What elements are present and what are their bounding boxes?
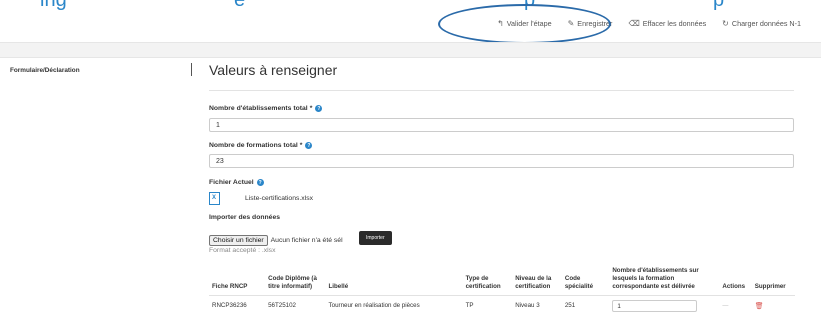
formations-input[interactable]: 23 xyxy=(209,154,794,168)
title-divider xyxy=(209,90,794,91)
top-banner: ing e p p xyxy=(40,0,725,11)
cell-nombre: 1 xyxy=(609,295,720,313)
trash-icon[interactable]: 🗑 xyxy=(755,303,764,310)
current-file-link[interactable]: Liste-certifications.xlsx xyxy=(245,195,313,202)
required-marker: * xyxy=(309,105,313,112)
col-libelle: Libellé xyxy=(328,282,349,290)
col-type: Type de certification xyxy=(465,274,501,290)
page-title: Valeurs à renseigner xyxy=(209,62,338,78)
col-code-diplome: Code Diplôme (à titre informatif) xyxy=(268,274,317,290)
help-icon[interactable]: ? xyxy=(305,142,313,149)
col-supprimer: Supprimer xyxy=(754,282,786,290)
eraser-icon: ⌫ xyxy=(628,18,640,28)
required-marker: * xyxy=(299,142,303,149)
table-row: RNCP36236 56T25102 Tourneur en réalisati… xyxy=(209,295,795,313)
col-fiche-rncp: Fiche RNCP xyxy=(212,282,248,290)
refresh-icon: ↻ xyxy=(722,18,729,28)
excel-file-icon xyxy=(209,192,220,205)
main-content: Valeurs à renseigner Nombre d'établissem… xyxy=(209,62,795,313)
file-upload: Choisir un fichier Aucun fichier n'a été… xyxy=(209,231,392,246)
col-niveau: Niveau de la certification xyxy=(515,274,552,290)
validate-step-button[interactable]: ↰ Valider l'étape xyxy=(489,19,560,28)
etablissements-input[interactable]: 1 xyxy=(209,118,794,132)
import-label: Importer des données xyxy=(209,214,281,221)
clear-data-button[interactable]: ⌫ Effacer les données xyxy=(620,19,714,28)
no-file-text: Aucun fichier n'a été sél xyxy=(270,237,343,244)
col-specialite: Code spécialité xyxy=(564,274,594,290)
import-button[interactable]: Importer xyxy=(359,231,392,245)
sidebar-item-formulaire[interactable]: Formulaire/Déclaration xyxy=(10,67,80,74)
cell-specialite: 251 xyxy=(561,295,610,313)
cell-libelle: Tourneur en réalisation de pièces xyxy=(325,295,463,313)
back-arrow-icon: ↰ xyxy=(497,18,504,28)
help-icon[interactable]: ? xyxy=(315,105,323,112)
current-file: Liste-certifications.xlsx xyxy=(209,192,313,205)
cell-actions: — xyxy=(719,295,752,313)
help-icon[interactable]: ? xyxy=(256,179,264,186)
certifications-table: Fiche RNCP Code Diplôme (à titre informa… xyxy=(209,267,795,313)
choose-file-button[interactable]: Choisir un fichier xyxy=(209,235,268,246)
edit-row-icon[interactable]: — xyxy=(722,303,728,309)
edit-icon: ✎ xyxy=(567,18,575,28)
nombre-input[interactable]: 1 xyxy=(612,300,698,313)
header-bar xyxy=(0,42,821,58)
table-header-row: Fiche RNCP Code Diplôme (à titre informa… xyxy=(209,267,795,296)
etablissements-label: Nombre d'établissements total * ? xyxy=(209,105,323,112)
format-note: Format accepté : .xlsx xyxy=(209,247,276,254)
cell-supprimer: 🗑 xyxy=(751,295,795,313)
cell-code: 56T25102 xyxy=(265,295,326,313)
save-button[interactable]: ✎ Enregistrer xyxy=(560,19,621,28)
sidebar-divider xyxy=(191,63,192,76)
formations-label: Nombre de formations total * ? xyxy=(209,142,313,149)
col-nombre: Nombre d'établissements sur lesquels la … xyxy=(612,267,699,290)
cell-niveau: Niveau 3 xyxy=(512,295,562,313)
action-toolbar: ↰ Valider l'étape ✎ Enregistrer ⌫ Efface… xyxy=(489,15,809,31)
cell-type: TP xyxy=(462,295,513,313)
current-file-label: Fichier Actuel ? xyxy=(209,179,264,186)
col-actions: Actions xyxy=(722,282,746,290)
load-previous-year-button[interactable]: ↻ Charger données N-1 xyxy=(714,19,809,28)
cell-fiche: RNCP36236 xyxy=(209,295,266,313)
